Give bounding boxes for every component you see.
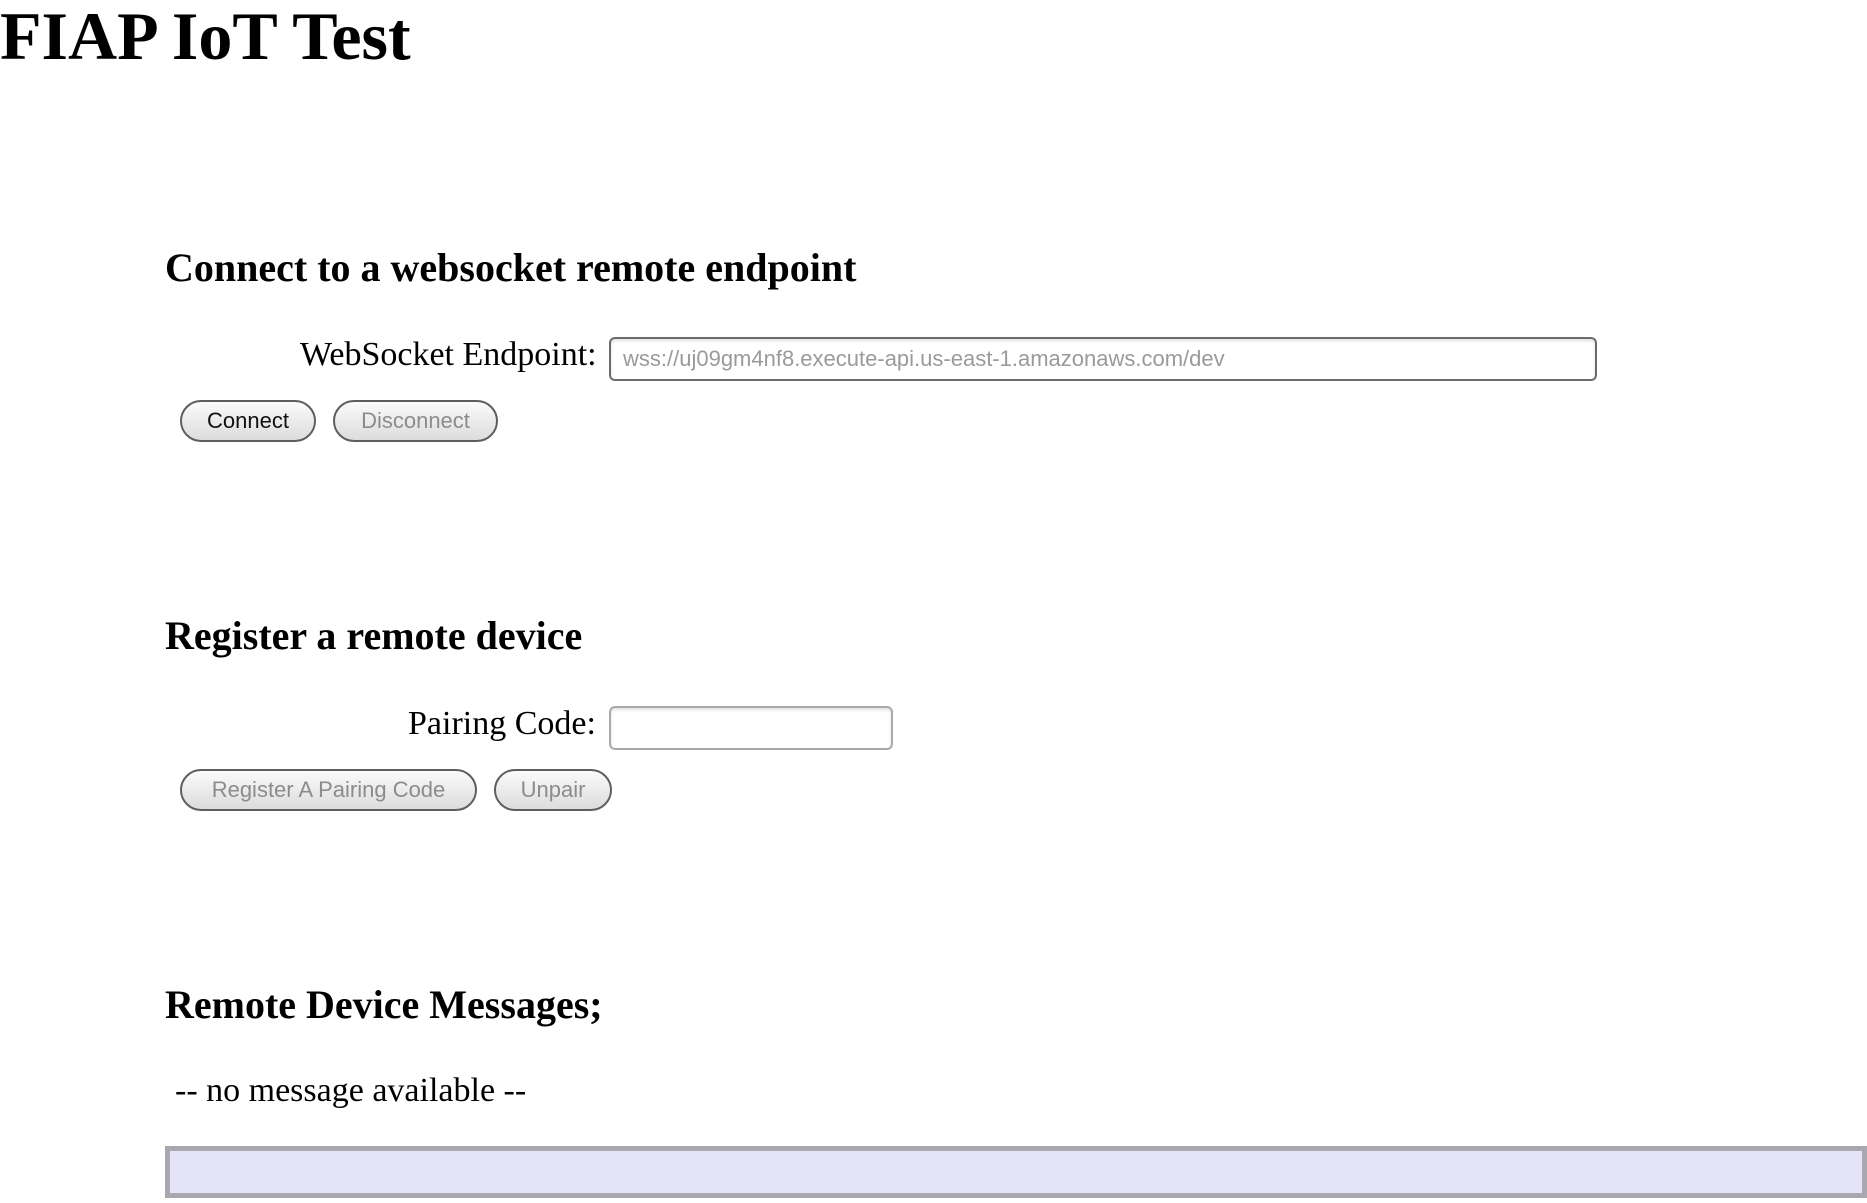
register-section-heading: Register a remote device	[165, 613, 583, 658]
messages-section-heading: Remote Device Messages;	[165, 982, 603, 1027]
pairing-code-label: Pairing Code:	[408, 705, 596, 742]
pairing-code-input[interactable]	[609, 706, 893, 750]
message-display-box	[165, 1146, 1867, 1198]
websocket-endpoint-input[interactable]	[609, 337, 1597, 381]
connect-section-heading: Connect to a websocket remote endpoint	[165, 245, 857, 290]
websocket-endpoint-label: WebSocket Endpoint:	[300, 336, 597, 373]
disconnect-button[interactable]: Disconnect	[333, 400, 498, 442]
connect-button[interactable]: Connect	[180, 400, 316, 442]
register-pairing-code-button[interactable]: Register A Pairing Code	[180, 769, 477, 811]
page-title: FIAP IoT Test	[0, 0, 411, 74]
message-status-text: -- no message available --	[175, 1072, 527, 1109]
page: FIAP IoT Test Connect to a websocket rem…	[0, 0, 1867, 1203]
unpair-button[interactable]: Unpair	[494, 769, 612, 811]
